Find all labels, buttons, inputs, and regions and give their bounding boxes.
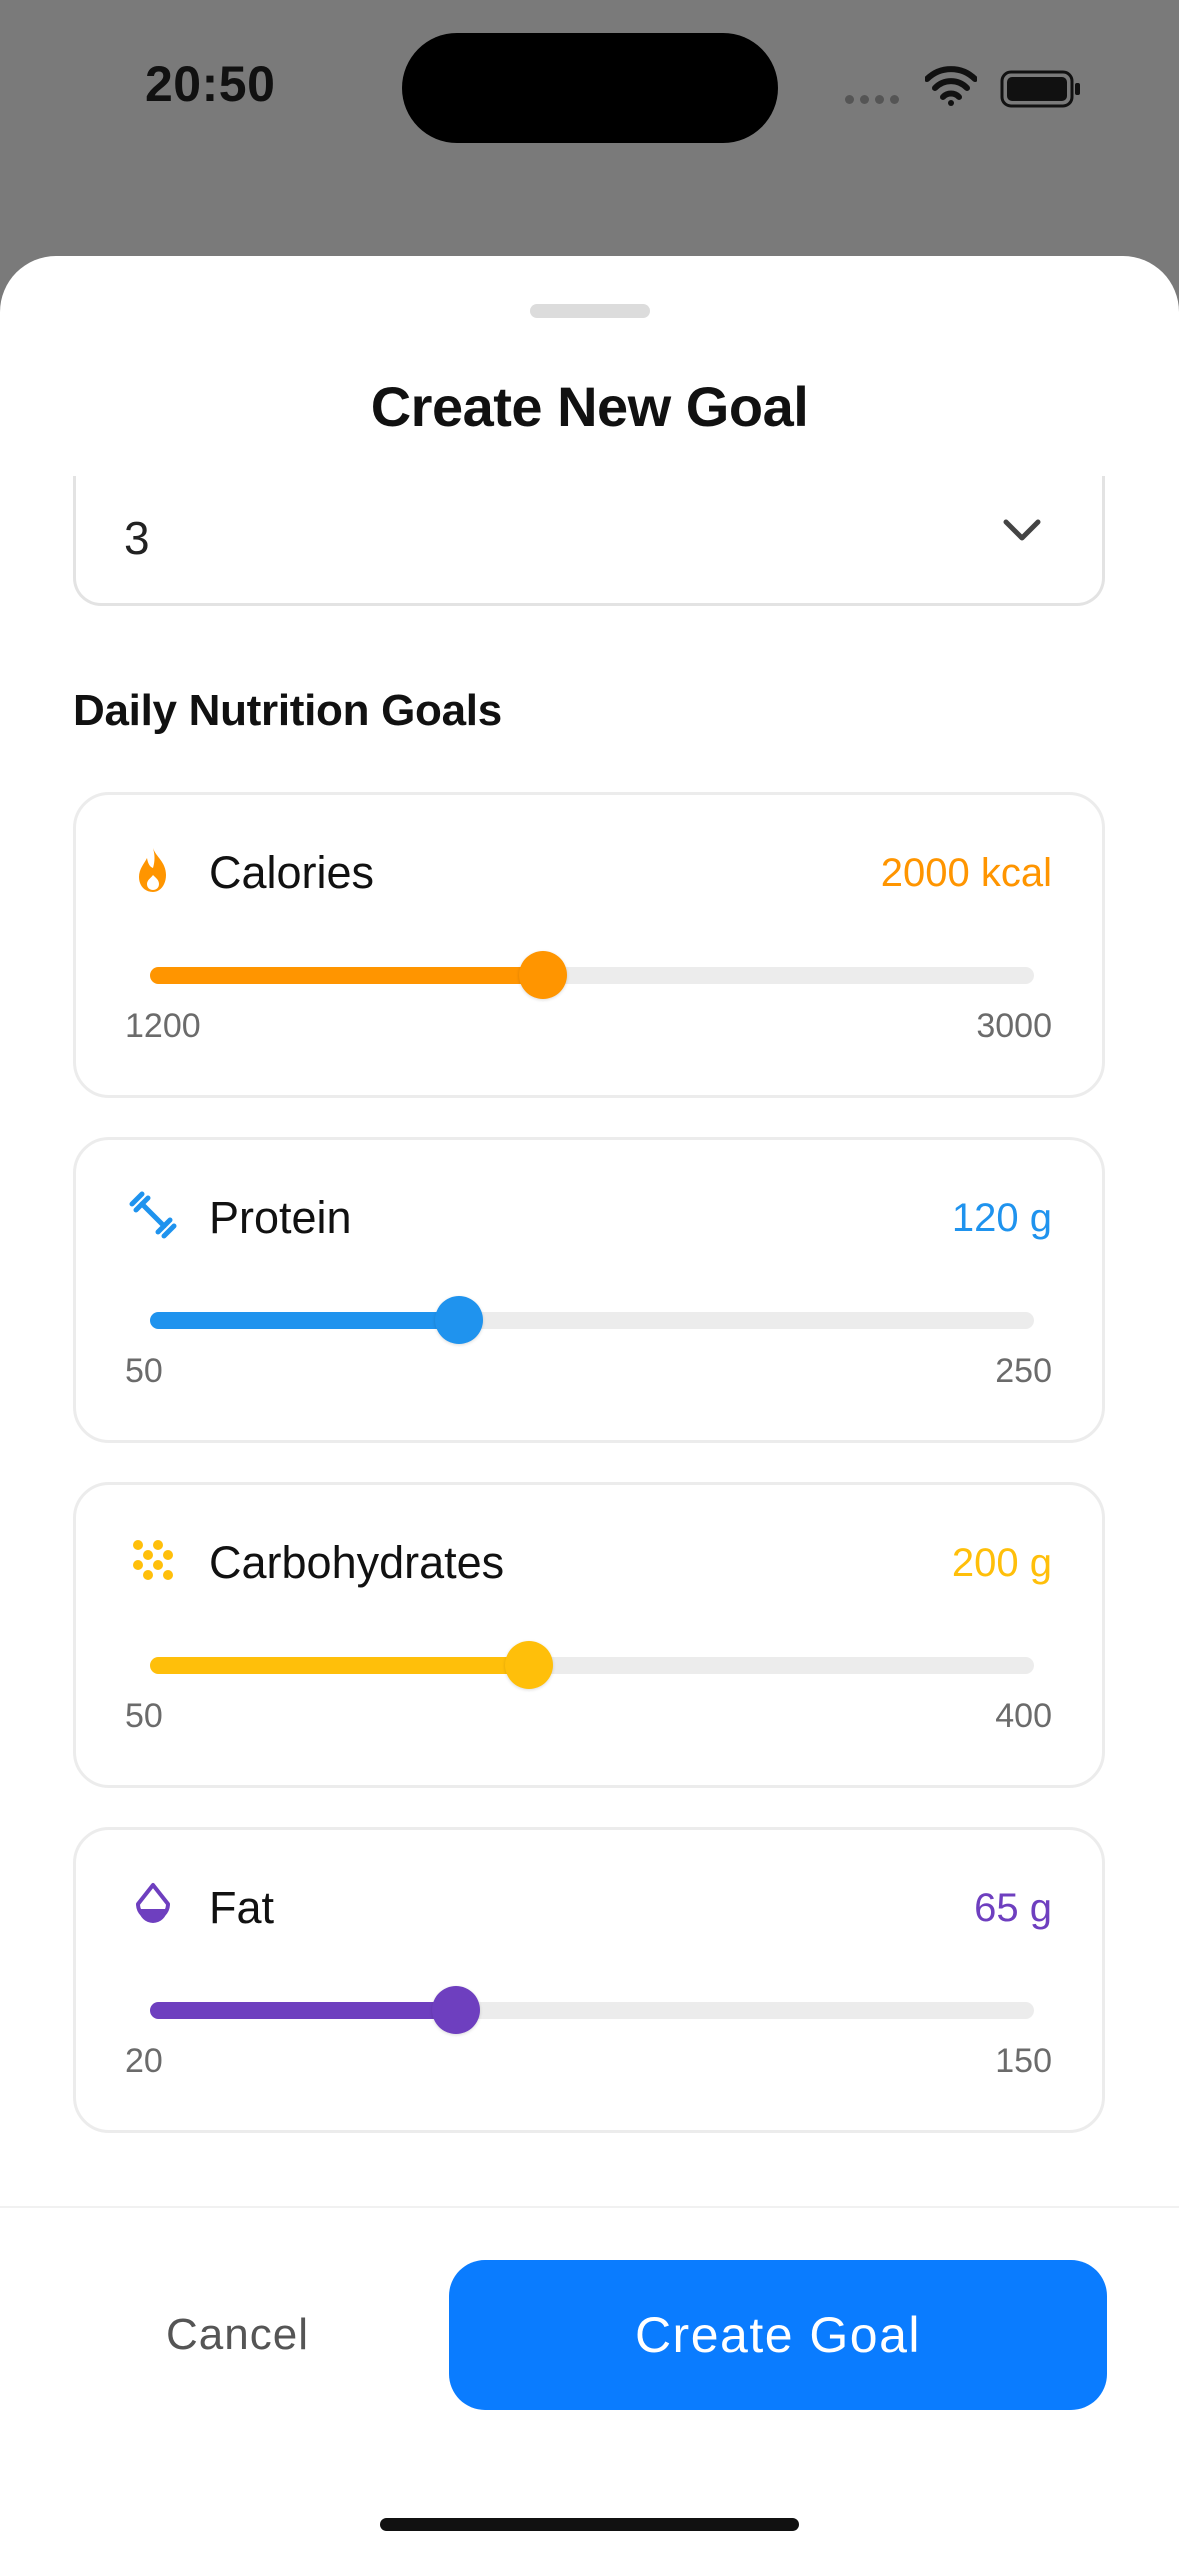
nutrient-label: Protein bbox=[209, 1192, 352, 1243]
section-heading: Daily Nutrition Goals bbox=[73, 686, 502, 735]
nutrition-card-fat: Fat 65 g 20 150 bbox=[73, 1827, 1105, 2133]
slider-thumb[interactable] bbox=[518, 951, 567, 999]
flame-icon bbox=[139, 848, 166, 892]
create-goal-sheet: Create New Goal 3 Daily Nutrition Goals … bbox=[0, 256, 1179, 2556]
sheet-grabber[interactable] bbox=[530, 304, 650, 318]
range-max-label: 400 bbox=[995, 1697, 1052, 1735]
nutrition-card-calories: Calories 2000 kcal 1200 3000 bbox=[73, 792, 1105, 1098]
goal-select-field[interactable]: 3 bbox=[73, 476, 1105, 606]
slider-thumb[interactable] bbox=[435, 1296, 484, 1344]
drop-icon bbox=[136, 1883, 170, 1923]
slider-thumb[interactable] bbox=[504, 1641, 553, 1689]
status-time: 20:50 bbox=[145, 56, 276, 112]
nutrient-value: 120 g bbox=[951, 1196, 1052, 1240]
wifi-icon bbox=[925, 66, 977, 106]
dumbbell-icon bbox=[129, 1191, 177, 1239]
sheet-title: Create New Goal bbox=[370, 375, 809, 438]
range-min-label: 1200 bbox=[125, 1007, 201, 1045]
chevron-down-icon bbox=[1003, 519, 1041, 541]
status-bar: 20:50 bbox=[0, 0, 1179, 170]
nutrient-label: Fat bbox=[209, 1882, 275, 1933]
calories-slider[interactable] bbox=[150, 951, 1034, 999]
range-min-label: 50 bbox=[125, 1697, 163, 1735]
range-min-label: 20 bbox=[125, 2042, 163, 2080]
slider-fill bbox=[150, 2002, 456, 2019]
nutrient-value: 200 g bbox=[951, 1541, 1052, 1585]
select-value: 3 bbox=[124, 512, 150, 564]
sheet-footer: Cancel Create Goal bbox=[0, 2206, 1179, 2556]
protein-slider[interactable] bbox=[150, 1296, 1034, 1344]
nutrition-card-carbohydrates: Carbohydrates 200 g 50 400 bbox=[73, 1482, 1105, 1788]
slider-fill bbox=[150, 1312, 460, 1329]
nutrient-value: 65 g bbox=[974, 1886, 1052, 1930]
home-indicator bbox=[380, 2518, 799, 2531]
nutrition-card-protein: Protein 120 g 50 250 bbox=[73, 1137, 1105, 1443]
range-max-label: 150 bbox=[995, 2042, 1052, 2080]
cancel-button[interactable]: Cancel bbox=[80, 2260, 395, 2410]
range-min-label: 50 bbox=[125, 1352, 163, 1390]
nutrient-value: 2000 kcal bbox=[880, 851, 1052, 895]
carbohydrates-slider[interactable] bbox=[150, 1641, 1034, 1689]
nutrient-label: Calories bbox=[209, 847, 375, 898]
slider-fill bbox=[150, 1657, 529, 1674]
grains-icon bbox=[133, 1540, 173, 1580]
dynamic-island bbox=[402, 33, 778, 143]
slider-fill bbox=[150, 967, 543, 984]
range-max-label: 3000 bbox=[976, 1007, 1052, 1045]
create-goal-button[interactable]: Create Goal bbox=[449, 2260, 1107, 2410]
nutrient-label: Carbohydrates bbox=[209, 1537, 505, 1588]
range-max-label: 250 bbox=[995, 1352, 1052, 1390]
fat-slider[interactable] bbox=[150, 1986, 1034, 2034]
cellular-signal-icon bbox=[845, 95, 899, 104]
battery-icon bbox=[1000, 70, 1080, 108]
slider-thumb[interactable] bbox=[431, 1986, 480, 2034]
